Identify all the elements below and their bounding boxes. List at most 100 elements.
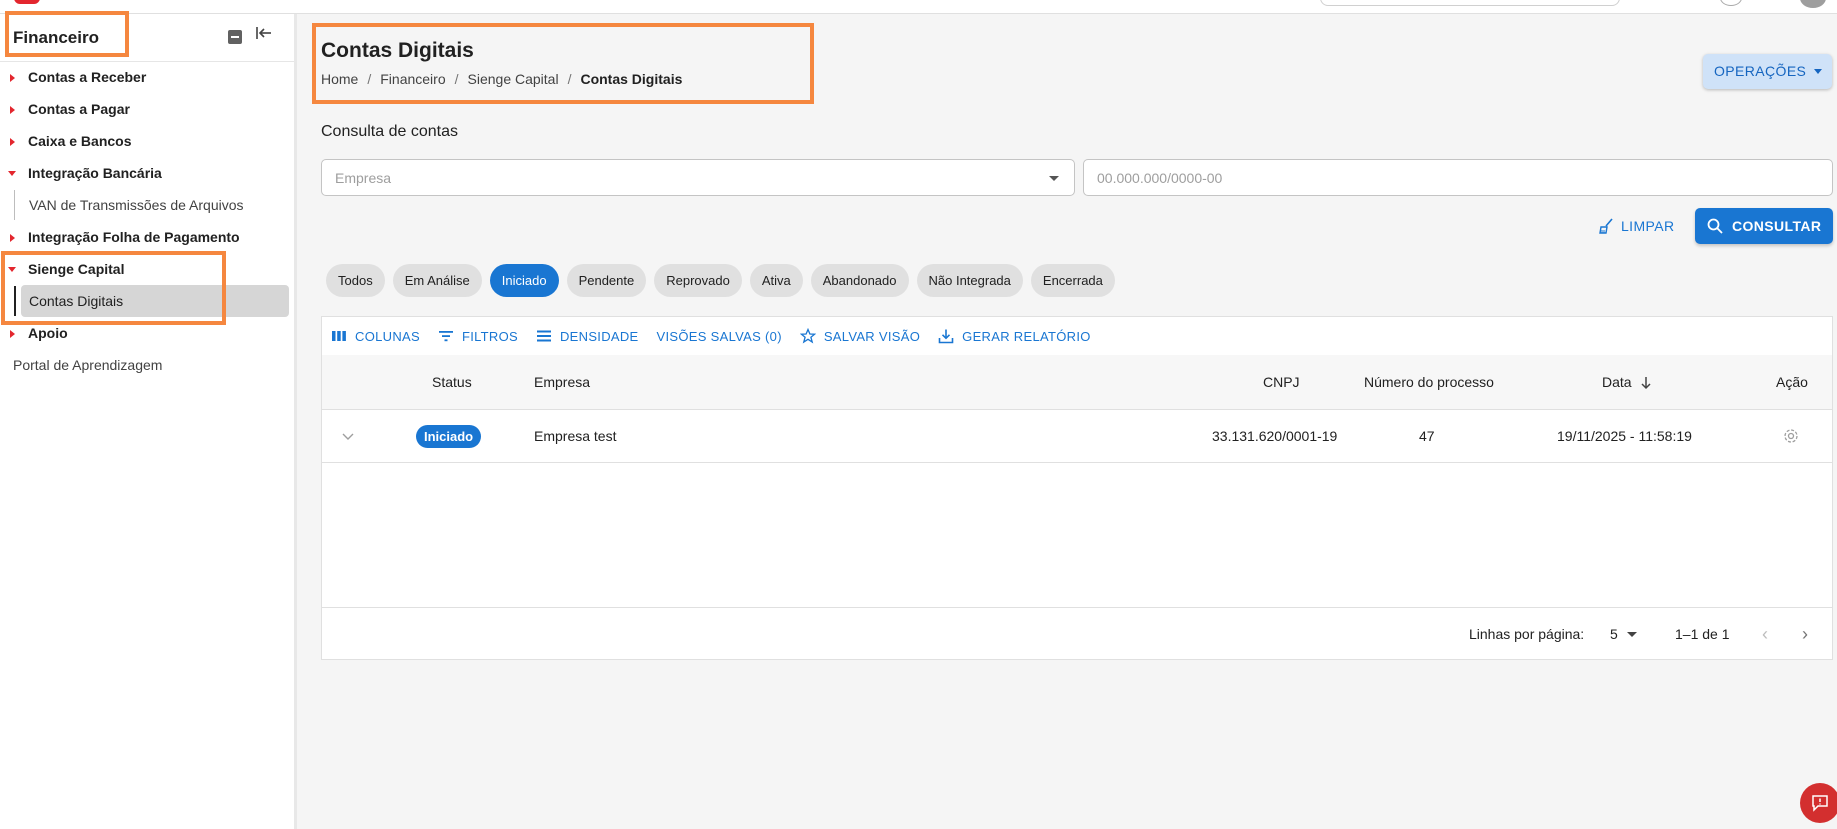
chip-pendente[interactable]: Pendente xyxy=(566,264,647,297)
operations-button[interactable]: OPERAÇÕES xyxy=(1703,54,1832,89)
density-icon xyxy=(536,330,551,342)
sidebar-item-sienge-capital[interactable]: Sienge Capital xyxy=(0,255,294,283)
breadcrumb-home[interactable]: Home xyxy=(321,71,358,87)
pagination-range: 1–1 de 1 xyxy=(1675,626,1730,642)
filters-button[interactable]: FILTROS xyxy=(438,328,518,344)
chip-iniciado[interactable]: Iniciado xyxy=(489,264,559,297)
sidebar-item-label: Apoio xyxy=(28,325,68,341)
sidebar-item-label: Integração Bancária xyxy=(28,165,162,181)
columns-button[interactable]: COLUNAS xyxy=(331,328,420,344)
header-status[interactable]: Status xyxy=(432,374,472,390)
dropdown-arrow-icon xyxy=(1049,176,1059,181)
tree-rail xyxy=(14,286,16,316)
next-page-icon[interactable]: › xyxy=(1802,624,1808,645)
columns-label: COLUNAS xyxy=(355,328,420,344)
feedback-button[interactable] xyxy=(1800,783,1837,823)
save-view-button[interactable]: SALVAR VISÃO xyxy=(799,328,920,344)
sidebar-item-apoio[interactable]: Apoio xyxy=(0,319,294,347)
chip-encerrada[interactable]: Encerrada xyxy=(1030,264,1115,297)
operations-label: OPERAÇÕES xyxy=(1714,63,1807,79)
clear-label: LIMPAR xyxy=(1621,218,1675,234)
breadcrumb-separator: / xyxy=(367,71,372,87)
sidebar-item-integracao-folha[interactable]: Integração Folha de Pagamento xyxy=(0,223,294,251)
global-search[interactable] xyxy=(1320,0,1620,6)
collapse-all-icon[interactable] xyxy=(228,30,242,44)
breadcrumb-separator: / xyxy=(454,71,459,87)
sidebar-item-integracao-bancaria[interactable]: Integração Bancária xyxy=(0,159,294,187)
gear-icon[interactable] xyxy=(1782,427,1800,445)
sidebar-collapse-icon[interactable] xyxy=(256,26,276,46)
sidebar-subitem-label: Contas Digitais xyxy=(29,293,124,309)
clear-button[interactable]: LIMPAR xyxy=(1598,212,1675,240)
feedback-icon xyxy=(1812,795,1828,812)
chip-em-analise[interactable]: Em Análise xyxy=(392,264,482,297)
top-bar xyxy=(0,0,1837,14)
density-label: DENSIDADE xyxy=(559,328,639,344)
sidebar-item-contas-a-pagar[interactable]: Contas a Pagar xyxy=(0,95,294,123)
rows-per-page-select[interactable]: 5 xyxy=(1610,626,1618,642)
sidebar-item-label: Integração Folha de Pagamento xyxy=(28,229,240,245)
broom-icon xyxy=(1599,218,1613,234)
section-title: Consulta de contas xyxy=(321,123,458,140)
header-processo[interactable]: Número do processo xyxy=(1364,374,1494,390)
report-button[interactable]: GERAR RELATÓRIO xyxy=(938,328,1091,344)
header-empresa[interactable]: Empresa xyxy=(534,374,590,390)
accounts-grid: COLUNAS FILTROS DENSIDADE VISÕES SALVAS … xyxy=(321,316,1833,660)
caret-right-icon xyxy=(10,138,15,146)
caret-right-icon xyxy=(10,106,15,114)
header-data[interactable]: Data xyxy=(1602,374,1632,390)
saved-views-label: VISÕES SALVAS (0) xyxy=(656,328,782,344)
help-icon[interactable] xyxy=(1720,0,1742,6)
breadcrumb-current: Contas Digitais xyxy=(580,71,683,87)
cnpj-input[interactable] xyxy=(1083,159,1833,196)
saved-views-button[interactable]: VISÕES SALVAS (0) xyxy=(657,329,782,344)
previous-page-icon[interactable]: ‹ xyxy=(1762,624,1768,645)
sidebar-subitem-contas-digitais[interactable]: Contas Digitais xyxy=(0,285,294,317)
filter-icon xyxy=(438,331,453,342)
sort-desc-icon[interactable] xyxy=(1640,376,1652,390)
columns-icon xyxy=(332,331,346,341)
header-cnpj[interactable]: CNPJ xyxy=(1263,374,1300,390)
chip-nao-integrada[interactable]: Não Integrada xyxy=(916,264,1023,297)
cell-processo: 47 xyxy=(1419,428,1435,444)
grid-header: Status Empresa CNPJ Número do processo D… xyxy=(322,355,1832,410)
caret-down-icon xyxy=(8,171,16,176)
caret-down-icon xyxy=(8,267,16,272)
breadcrumb-sienge-capital[interactable]: Sienge Capital xyxy=(468,71,559,87)
breadcrumb-financeiro[interactable]: Financeiro xyxy=(380,71,445,87)
tree-rail xyxy=(14,190,15,220)
avatar[interactable] xyxy=(1800,0,1826,8)
sidebar-title: Financeiro xyxy=(13,28,99,47)
filters-label: FILTROS xyxy=(461,328,518,344)
search-button[interactable]: CONSULTAR xyxy=(1695,208,1833,244)
chevron-down-icon[interactable] xyxy=(340,428,356,444)
dropdown-arrow-icon[interactable] xyxy=(1627,632,1637,637)
sidebar-item-label: Contas a Receber xyxy=(28,69,147,85)
sidebar-header: Financeiro xyxy=(0,14,294,62)
caret-down-icon xyxy=(1814,69,1822,74)
table-row[interactable]: Iniciado Empresa test 33.131.620/0001-19… xyxy=(322,410,1832,463)
search-label: CONSULTAR xyxy=(1732,218,1822,234)
sidebar-link-portal[interactable]: Portal de Aprendizagem xyxy=(13,357,162,373)
cell-cnpj: 33.131.620/0001-19 xyxy=(1212,428,1338,444)
sidebar-item-caixa-e-bancos[interactable]: Caixa e Bancos xyxy=(0,127,294,155)
sidebar-item-label: Caixa e Bancos xyxy=(28,133,132,149)
sidebar-item-contas-a-receber[interactable]: Contas a Receber xyxy=(0,63,294,91)
empresa-select[interactable]: Empresa xyxy=(321,159,1075,196)
sidebar-subitem-van[interactable]: VAN de Transmissões de Arquivos xyxy=(0,190,294,220)
star-icon xyxy=(799,328,816,344)
empresa-placeholder: Empresa xyxy=(335,170,392,186)
chip-abandonado[interactable]: Abandonado xyxy=(810,264,909,297)
breadcrumb-separator: / xyxy=(567,71,572,87)
search-icon xyxy=(1707,218,1723,234)
chip-todos[interactable]: Todos xyxy=(326,264,385,297)
logo[interactable] xyxy=(14,0,40,4)
chip-ativa[interactable]: Ativa xyxy=(749,264,803,297)
rows-per-page-label: Linhas por página: xyxy=(1469,626,1585,642)
breadcrumb: Home / Financeiro / Sienge Capital / Con… xyxy=(321,71,682,87)
density-button[interactable]: DENSIDADE xyxy=(536,328,639,344)
chip-reprovado[interactable]: Reprovado xyxy=(654,264,742,297)
grid-pagination: Linhas por página: 5 1–1 de 1 ‹ › xyxy=(322,607,1832,660)
caret-right-icon xyxy=(10,234,15,242)
header-acao: Ação xyxy=(1776,374,1808,390)
